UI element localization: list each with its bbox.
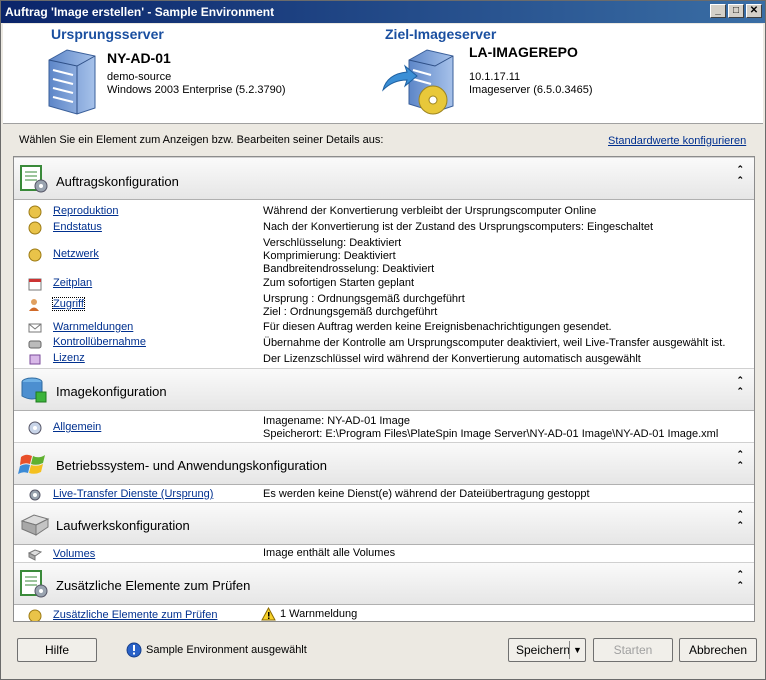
desc-live-transfer-dienste: Es werden keine Dienst(e) während der Da…: [263, 488, 590, 500]
link-kontrolluebernahme[interactable]: Kontrollübernahme: [53, 336, 146, 348]
section-job-title: Auftragskonfiguration: [56, 174, 179, 189]
config-panel: Auftragskonfiguration ⌃ ⌃ Reproduktion Wä…: [13, 156, 755, 622]
checklist-icon: [20, 570, 48, 598]
close-button[interactable]: ✕: [746, 4, 762, 18]
desc-netzwerk-2: Komprimierung: Deaktiviert: [263, 250, 396, 262]
warning-icon: [261, 607, 276, 621]
image-config-icon: [21, 377, 47, 403]
source-host: demo-source: [107, 71, 172, 83]
collapse-chevron-icon[interactable]: ⌃ ⌃: [736, 375, 744, 397]
drive-icon: [20, 514, 50, 536]
link-warnmeldungen[interactable]: Warnmeldungen: [53, 321, 133, 333]
save-button[interactable]: Speichern ▼: [508, 638, 586, 662]
configure-defaults-link[interactable]: Standardwerte konfigurieren: [608, 135, 746, 147]
server-header: Ursprungsserver NY-AD-01 demo-source Win…: [3, 24, 763, 124]
help-button[interactable]: Hilfe: [17, 638, 97, 662]
collapse-chevron-icon[interactable]: ⌃ ⌃: [736, 569, 744, 591]
info-icon: [126, 642, 142, 658]
desc-zugriff-1: Ursprung : Ordnungsgemäß durchgeführt: [263, 293, 465, 305]
section-os-title: Betriebssystem- und Anwendungskonfigurat…: [56, 458, 327, 473]
link-netzwerk[interactable]: Netzwerk: [53, 248, 99, 260]
job-config-icon: [20, 165, 48, 193]
extra-checks-icon: [28, 609, 42, 621]
desc-volumes: Image enthält alle Volumes: [263, 547, 396, 559]
link-endstatus[interactable]: Endstatus: [53, 221, 102, 233]
image-server-icon: [382, 49, 454, 115]
title-bar: Auftrag 'Image erstellen' - Sample Envir…: [1, 1, 765, 23]
access-user-icon: [28, 298, 42, 312]
instruction-text: Wählen Sie ein Element zum Anzeigen bzw.…: [19, 134, 384, 146]
minimize-button[interactable]: _: [710, 4, 726, 18]
desc-speicherort: Speicherort: E:\Program Files\PlateSpin …: [263, 428, 719, 440]
collapse-chevron-icon[interactable]: ⌃ ⌃: [736, 509, 744, 531]
cancel-button[interactable]: Abbrechen: [679, 638, 757, 662]
general-disc-icon: [28, 421, 42, 435]
section-job-config[interactable]: Auftragskonfiguration ⌃ ⌃: [14, 157, 754, 200]
license-icon: [28, 352, 42, 366]
volume-icon: [27, 548, 43, 562]
source-server-icon: [48, 49, 96, 115]
link-live-transfer-dienste[interactable]: Live-Transfer Dienste (Ursprung): [53, 488, 213, 500]
link-reproduktion[interactable]: Reproduktion: [53, 205, 118, 217]
collapse-chevron-icon[interactable]: ⌃ ⌃: [736, 449, 744, 471]
end-state-icon: [28, 221, 42, 235]
target-ip: 10.1.17.11: [469, 71, 521, 83]
source-name: NY-AD-01: [107, 50, 171, 66]
section-image-config[interactable]: Imagekonfiguration ⌃ ⌃: [14, 368, 754, 411]
replication-icon: [28, 205, 42, 219]
desc-imagename: Imagename: NY-AD-01 Image: [263, 415, 410, 427]
maximize-button[interactable]: □: [728, 4, 744, 18]
section-drive-title: Laufwerkskonfiguration: [56, 518, 190, 533]
source-os: Windows 2003 Enterprise (5.2.3790): [107, 84, 286, 96]
target-name: LA-IMAGEREPO: [469, 44, 578, 60]
desc-netzwerk-1: Verschlüsselung: Deaktiviert: [263, 237, 402, 249]
section-os-config[interactable]: Betriebssystem- und Anwendungskonfigurat…: [14, 442, 754, 485]
takeover-icon: [28, 337, 42, 351]
link-volumes[interactable]: Volumes: [53, 548, 95, 560]
desc-endstatus: Nach der Konvertierung ist der Zustand d…: [263, 221, 654, 233]
desc-netzwerk-3: Bandbreitendrosselung: Deaktiviert: [263, 263, 435, 275]
desc-kontrolluebernahme: Übernahme der Kontrolle am Ursprungscomp…: [263, 337, 726, 349]
save-label: Speichern: [516, 643, 571, 657]
link-zugriff[interactable]: Zugriff: [52, 297, 85, 311]
source-heading: Ursprungsserver: [51, 26, 164, 42]
link-allgemein[interactable]: Allgemein: [53, 421, 101, 433]
calendar-icon: [28, 277, 42, 291]
windows-logo-icon: [18, 454, 45, 474]
start-button[interactable]: Starten: [593, 638, 673, 662]
envelope-icon: [28, 321, 42, 335]
services-gear-icon: [28, 488, 42, 502]
collapse-chevron-icon[interactable]: ⌃ ⌃: [736, 164, 744, 186]
status-text: Sample Environment ausgewählt: [146, 644, 307, 656]
desc-reproduktion: Während der Konvertierung verbleibt der …: [263, 205, 597, 217]
section-image-title: Imagekonfiguration: [56, 384, 167, 399]
link-lizenz[interactable]: Lizenz: [53, 352, 85, 364]
network-icon: [28, 248, 42, 262]
section-extra-checks[interactable]: Zusätzliche Elemente zum Prüfen ⌃ ⌃: [14, 562, 754, 605]
target-version: Imageserver (6.5.0.3465): [469, 84, 593, 96]
desc-zugriff-2: Ziel : Ordnungsgemäß durchgeführt: [263, 306, 438, 318]
desc-zeitplan: Zum sofortigen Starten geplant: [263, 277, 415, 289]
link-zusaetzliche-elemente[interactable]: Zusätzliche Elemente zum Prüfen: [53, 609, 217, 621]
desc-warnmeldung: 1 Warnmeldung: [280, 608, 358, 620]
section-extra-title: Zusätzliche Elemente zum Prüfen: [56, 578, 251, 593]
window-title: Auftrag 'Image erstellen' - Sample Envir…: [5, 5, 275, 19]
job-window: Auftrag 'Image erstellen' - Sample Envir…: [0, 0, 766, 680]
section-drive-config[interactable]: Laufwerkskonfiguration ⌃ ⌃: [14, 502, 754, 545]
link-zeitplan[interactable]: Zeitplan: [53, 277, 92, 289]
desc-warnmeldungen: Für diesen Auftrag werden keine Ereignis…: [263, 321, 612, 333]
target-heading: Ziel-Imageserver: [385, 26, 497, 42]
dropdown-arrow-icon[interactable]: ▼: [573, 639, 582, 661]
desc-lizenz: Der Lizenzschlüssel wird während der Kon…: [263, 353, 641, 365]
